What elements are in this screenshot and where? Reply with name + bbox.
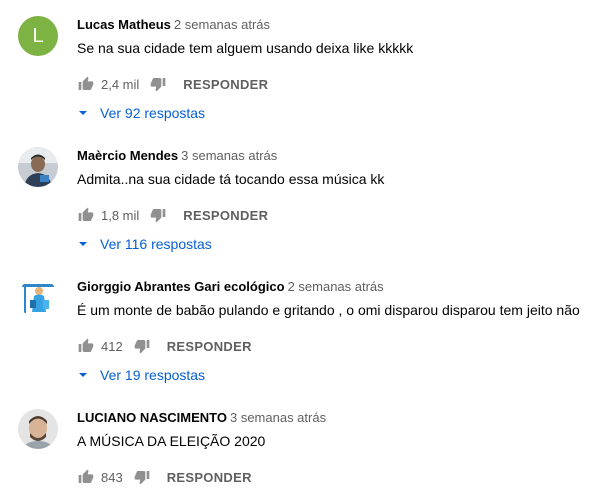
reply-button[interactable]: RESPONDER: [167, 339, 252, 354]
comment-text: Se na sua cidade tem alguem usando deixa…: [77, 40, 414, 56]
view-replies-button[interactable]: Ver 92 respostas: [77, 102, 205, 124]
author-name[interactable]: Maèrcio Mendes: [77, 148, 178, 163]
comment-text: Admita..na sua cidade tá tocando essa mú…: [77, 171, 385, 187]
like-count: 843: [101, 469, 123, 485]
published-time[interactable]: 2 semanas atrás: [174, 17, 270, 32]
published-time[interactable]: 2 semanas atrás: [288, 279, 384, 294]
comment-action-bar: 2,4 mil RESPONDER: [77, 72, 268, 96]
view-replies-label: Ver 116 respostas: [100, 236, 212, 252]
avatar[interactable]: [18, 278, 58, 318]
reply-button[interactable]: RESPONDER: [183, 77, 268, 92]
thumb-up-icon[interactable]: [77, 75, 95, 93]
reply-button[interactable]: RESPONDER: [183, 208, 268, 223]
avatar[interactable]: L: [18, 16, 58, 56]
published-time[interactable]: 3 semanas atrás: [230, 410, 326, 425]
author-name[interactable]: Giorggio Abrantes Gari ecológico: [77, 279, 285, 294]
view-replies-button[interactable]: Ver 19 respostas: [77, 364, 205, 386]
like-count: 412: [101, 338, 123, 354]
comment-action-bar: 843 RESPONDER: [77, 465, 252, 489]
avatar[interactable]: [18, 409, 58, 449]
thumb-up-icon[interactable]: [77, 337, 95, 355]
chevron-down-icon: [77, 107, 89, 119]
chevron-down-icon: [77, 369, 89, 381]
comment-text: É um monte de babão pulando e gritando ,…: [77, 302, 580, 318]
like-count: 2,4 mil: [101, 76, 140, 92]
thumb-down-icon[interactable]: [149, 206, 167, 224]
avatar[interactable]: [18, 147, 58, 187]
thumb-down-icon[interactable]: [149, 75, 167, 93]
view-replies-button[interactable]: Ver 116 respostas: [77, 233, 212, 255]
thumb-up-icon[interactable]: [77, 468, 95, 486]
comment-action-bar: 1,8 mil RESPONDER: [77, 203, 268, 227]
comment-action-bar: 412 RESPONDER: [77, 334, 252, 358]
thumb-up-icon[interactable]: [77, 206, 95, 224]
reply-button[interactable]: RESPONDER: [167, 470, 252, 485]
view-replies-label: Ver 19 respostas: [100, 367, 206, 383]
author-name[interactable]: LUCIANO NASCIMENTO: [77, 410, 227, 425]
like-count: 1,8 mil: [101, 207, 140, 223]
comment-header: Maèrcio Mendes 3 semanas atrás: [77, 147, 277, 165]
thumb-down-icon[interactable]: [133, 337, 151, 355]
author-name[interactable]: Lucas Matheus: [77, 17, 171, 32]
comment-header: LUCIANO NASCIMENTO 3 semanas atrás: [77, 409, 326, 427]
view-replies-label: Ver 92 respostas: [100, 105, 206, 121]
comment-header: Lucas Matheus 2 semanas atrás: [77, 16, 270, 34]
published-time[interactable]: 3 semanas atrás: [181, 148, 277, 163]
comment-text: A MÚSICA DA ELEIÇÃO 2020: [77, 433, 266, 449]
chevron-down-icon: [77, 238, 89, 250]
thumb-down-icon[interactable]: [133, 468, 151, 486]
comment-header: Giorggio Abrantes Gari ecológico 2 semana…: [77, 278, 384, 296]
